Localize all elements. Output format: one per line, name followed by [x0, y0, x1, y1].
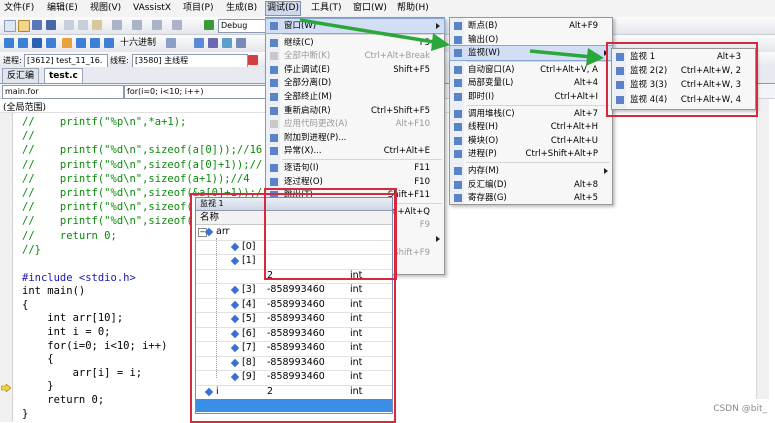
watermark: CSDN @bit_ — [713, 404, 767, 414]
arrow-debug-to-window-icon — [299, 18, 450, 51]
green-arrows — [299, 18, 604, 66]
arrow-window-to-watch-icon — [529, 48, 604, 66]
